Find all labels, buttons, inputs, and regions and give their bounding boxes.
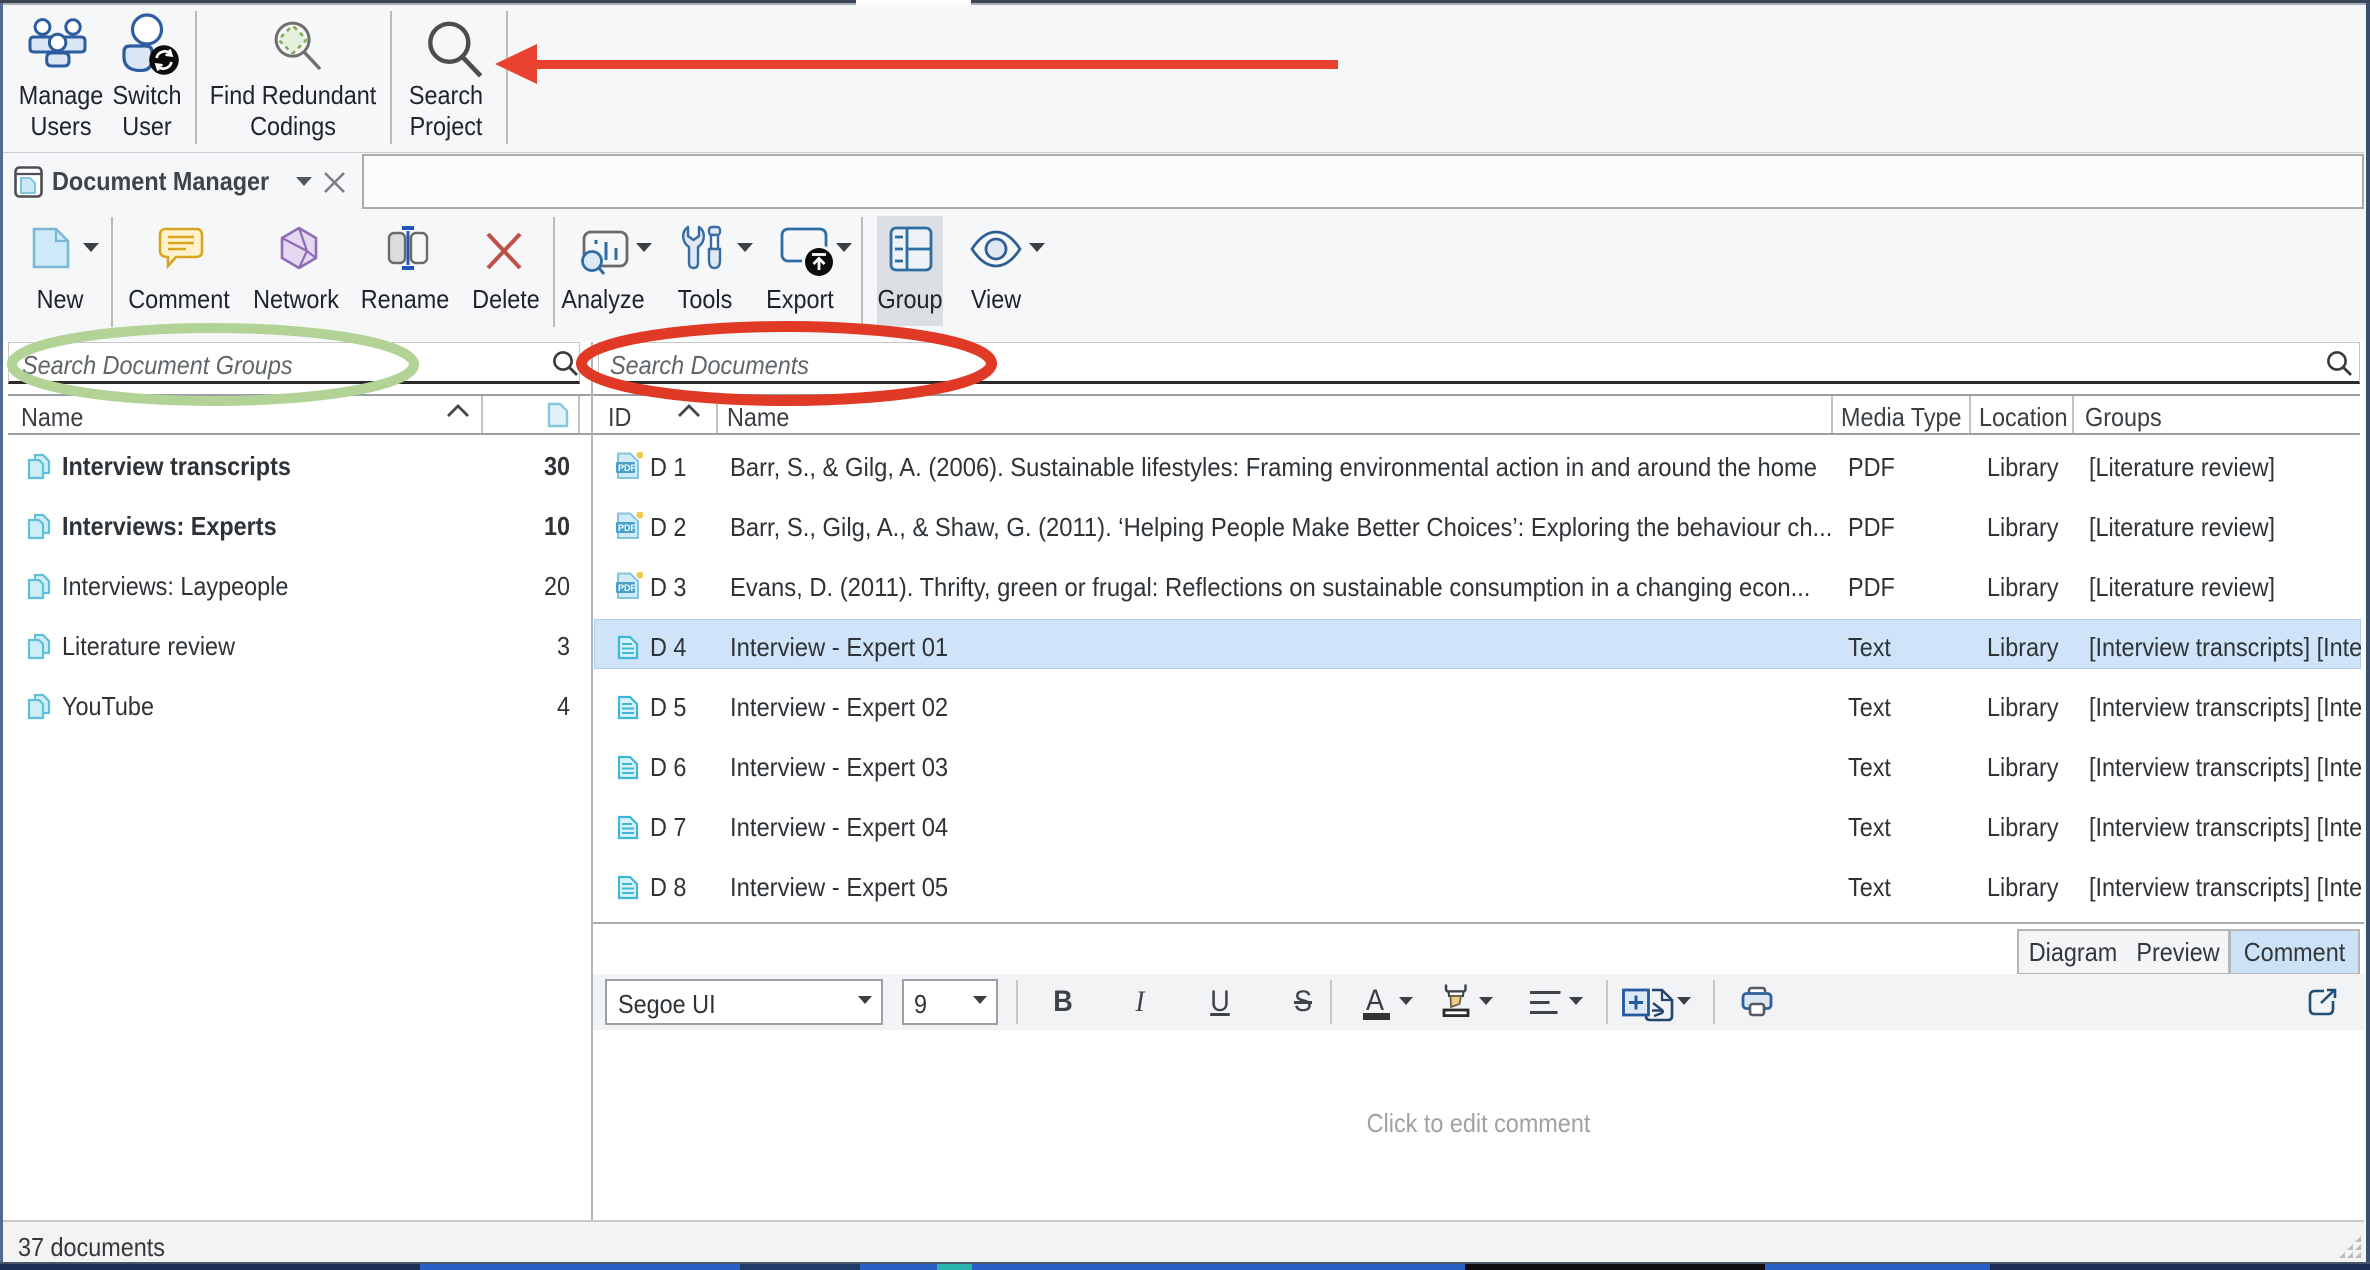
svg-text:PDF: PDF — [618, 523, 637, 533]
svg-text:PDF: PDF — [618, 583, 637, 593]
svg-text:PDF: PDF — [618, 463, 637, 473]
